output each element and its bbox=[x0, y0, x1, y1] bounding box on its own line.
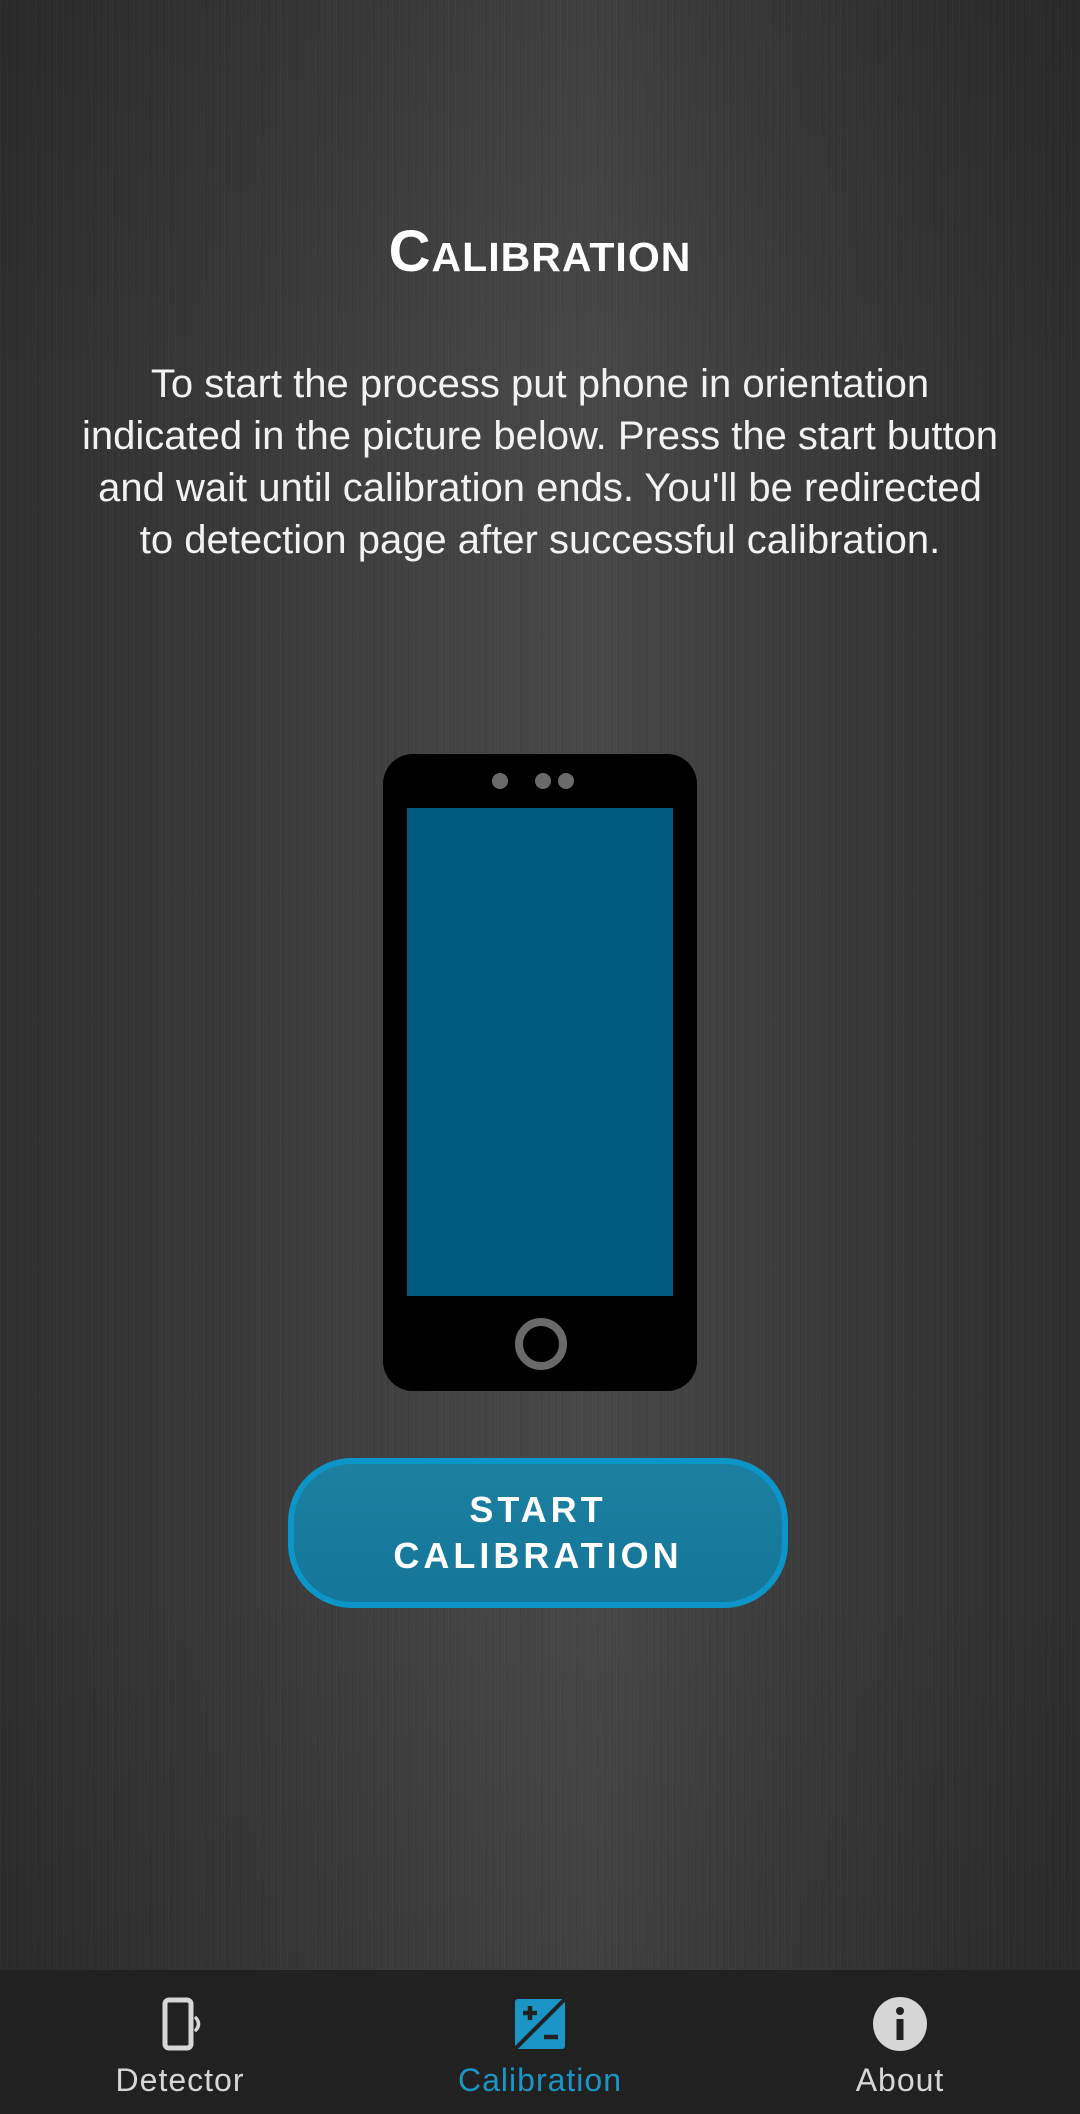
nav-label-calibration: Calibration bbox=[458, 2062, 622, 2098]
exposure-plus-minus-icon bbox=[513, 1997, 567, 2051]
start-calibration-button[interactable]: START CALIBRATION bbox=[288, 1458, 788, 1608]
phone-speaker-dot bbox=[492, 773, 508, 789]
nav-item-about[interactable]: About bbox=[720, 1970, 1080, 2114]
phone-sensor-dot bbox=[558, 773, 574, 789]
bottom-navigation: Detector Calibration About bbox=[0, 1970, 1080, 2114]
info-icon bbox=[873, 1997, 927, 2051]
phone-home-button bbox=[515, 1318, 567, 1370]
calibration-instructions: To start the process put phone in orient… bbox=[81, 362, 999, 562]
page-title: Calibration bbox=[388, 219, 692, 284]
phone-vibrate-icon bbox=[162, 1997, 201, 2051]
nav-label-detector: Detector bbox=[115, 2062, 245, 2098]
phone-illustration bbox=[383, 754, 697, 1391]
nav-label-about: About bbox=[855, 2062, 945, 2098]
nav-item-detector[interactable]: Detector bbox=[0, 1970, 360, 2114]
nav-item-calibration[interactable]: Calibration bbox=[360, 1970, 720, 2114]
phone-camera-dot bbox=[535, 773, 551, 789]
phone-screen bbox=[407, 808, 673, 1296]
